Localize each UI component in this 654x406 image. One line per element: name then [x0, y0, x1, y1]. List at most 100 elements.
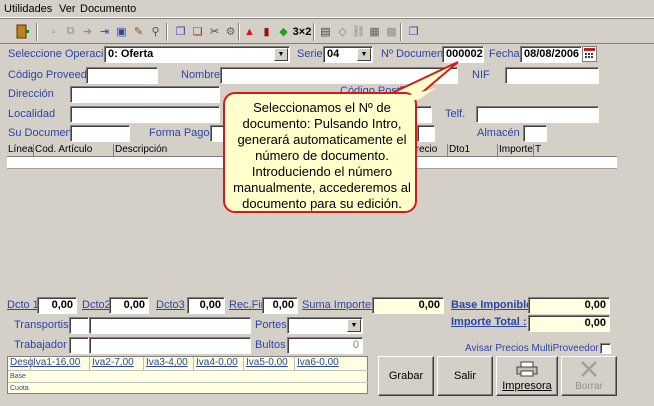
copy-icon[interactable]: ❐: [172, 23, 189, 40]
almacen-input[interactable]: [523, 125, 547, 142]
telf-input[interactable]: [476, 106, 599, 123]
dcto3-link[interactable]: Dcto3: [156, 299, 185, 311]
col-importe[interactable]: Importe: [497, 144, 533, 157]
iva-header-iva4: Iva4-0,00: [194, 357, 244, 370]
formapago-desc-input[interactable]: [417, 125, 435, 142]
operacion-select[interactable]: 0: Oferta ▼: [104, 46, 290, 63]
cut-icon[interactable]: ✂: [206, 23, 223, 40]
salir-button[interactable]: Salir: [437, 356, 493, 396]
col-t[interactable]: T: [533, 144, 617, 157]
proveedor-input[interactable]: [86, 67, 158, 84]
direccion-label: Dirección: [8, 88, 54, 100]
new-doc-icon[interactable]: ▫: [45, 23, 62, 40]
localidad-label: Localidad: [8, 108, 56, 120]
localidad-input[interactable]: [70, 106, 220, 123]
dcto1-input[interactable]: 0,00: [37, 297, 77, 314]
portes-select[interactable]: ▼: [287, 317, 363, 334]
nombre-label: Nombre: [181, 69, 221, 81]
iva-row-base-label: Base: [10, 373, 26, 380]
almacen-label: Almacén: [477, 127, 520, 139]
callout-pointer-mask: [390, 88, 436, 100]
iva-header-desg: Desg: [10, 357, 34, 370]
calendar-icon[interactable]: [582, 46, 597, 62]
grabar-button[interactable]: Grabar: [378, 356, 434, 396]
transportista-name-input[interactable]: [89, 317, 251, 334]
bultos-label: Bultos: [255, 339, 286, 351]
serie-value: 04: [327, 48, 340, 60]
proveedor-label: Código Proveedor: [8, 69, 97, 81]
trabajador-code-input[interactable]: [69, 337, 89, 354]
toolbar-separator: [166, 23, 168, 41]
nif-label: NIF: [472, 69, 490, 81]
green-book-icon[interactable]: ◆: [275, 23, 292, 40]
importe-total-link[interactable]: Importe Total :: [451, 316, 527, 328]
transportista-code-input[interactable]: [69, 317, 89, 334]
avisar-checkbox[interactable]: [600, 343, 611, 354]
3x2-button[interactable]: 3×2: [291, 23, 313, 40]
paste-icon[interactable]: ❏: [189, 23, 206, 40]
delete-x-icon: [579, 360, 599, 381]
operacion-label: Seleccione Operación: [8, 48, 116, 60]
table-row: Base: [8, 370, 369, 382]
portes-label: Portes: [255, 319, 287, 331]
sudoc-input[interactable]: [70, 125, 130, 142]
fecha-label: Fecha: [489, 48, 520, 60]
iva-header-iva1: Iva1-16,00: [31, 357, 90, 370]
toolbar-separator: [400, 23, 402, 41]
iva-header-iva2: Iva2-7,00: [90, 357, 144, 370]
trabajador-name-input[interactable]: [89, 337, 251, 354]
menu-utilidades[interactable]: Utilidades: [4, 3, 52, 15]
book-icon[interactable]: ▮: [258, 23, 275, 40]
nif-input[interactable]: [505, 67, 599, 84]
formapago-label: Forma Pago: [149, 127, 210, 139]
copy-doc-icon[interactable]: ⧉: [62, 23, 79, 40]
salir-label: Salir: [453, 370, 476, 382]
link-icon[interactable]: ⛓: [350, 23, 367, 40]
clipboard-icon[interactable]: ▦: [366, 23, 383, 40]
importe-total-value: 0,00: [528, 315, 610, 332]
borrar-button[interactable]: Borrar: [561, 356, 617, 396]
avisar-label: Avisar Precios MultiProveedor: [465, 343, 599, 354]
broom-icon[interactable]: ✎: [130, 23, 147, 40]
dcto2-input[interactable]: 0,00: [109, 297, 149, 314]
exit-door-icon[interactable]: [14, 23, 31, 40]
col-linea[interactable]: Línea: [7, 144, 33, 157]
binoculars-icon[interactable]: ⚲: [147, 23, 164, 40]
trabajador-label: Trabajador: [14, 339, 67, 351]
serie-label: Serie: [297, 48, 323, 60]
impresora-button[interactable]: Impresora: [496, 356, 558, 396]
dcto3-input[interactable]: 0,00: [187, 297, 225, 314]
chevron-down-icon[interactable]: ▼: [274, 48, 288, 61]
menu-documento[interactable]: Documento: [80, 3, 136, 15]
save-disk-icon[interactable]: ▣: [113, 23, 130, 40]
suma-importes-value: 0,00: [372, 297, 444, 314]
dcto2-link[interactable]: Dcto2: [82, 299, 111, 311]
borrar-label: Borrar: [575, 381, 603, 392]
help-callout: Seleccionamos el Nº de documento: Pulsan…: [223, 92, 417, 213]
calculator-icon[interactable]: ▩: [383, 23, 400, 40]
toolbar: ▫ ⧉ ➔ ⇥ ▣ ✎ ⚲ ❐ ❏ ✂ ⚙ ▲ ▮ ◆ 3×2 ▤ ◇ ⛓ ▦ …: [0, 18, 654, 44]
formapago-input[interactable]: [210, 125, 224, 142]
eraser-icon[interactable]: ◇: [334, 23, 351, 40]
printer-icon: [516, 361, 538, 380]
windows-icon[interactable]: ❐: [405, 23, 422, 40]
menu-ver[interactable]: Ver: [59, 3, 76, 15]
grabar-label: Grabar: [388, 370, 424, 382]
base-imponible-link[interactable]: Base Imponible: [451, 299, 532, 311]
toolbar-separator: [313, 23, 315, 41]
move-icon[interactable]: ➔: [79, 23, 96, 40]
warning-icon[interactable]: ▲: [241, 23, 258, 40]
dcto1-link[interactable]: Dcto 1: [7, 299, 39, 311]
col-cod-articulo[interactable]: Cod. Artículo: [33, 144, 113, 157]
direccion-input[interactable]: [70, 86, 220, 103]
suma-importes-link[interactable]: Suma Importes: [302, 299, 377, 311]
notes-icon[interactable]: ▤: [317, 23, 334, 40]
bultos-input[interactable]: 0: [287, 337, 363, 354]
iva-breakdown-table: Desg Iva1-16,00 Iva2-7,00 Iva3-4,00 Iva4…: [7, 356, 369, 394]
recfin-input[interactable]: 0,00: [262, 297, 298, 314]
import-icon[interactable]: ⇥: [96, 23, 113, 40]
tools-icon[interactable]: ⚙: [222, 23, 239, 40]
chevron-down-icon[interactable]: ▼: [347, 319, 361, 332]
fecha-input[interactable]: 08/08/2006: [520, 46, 582, 63]
col-dto1[interactable]: Dto1: [447, 144, 497, 157]
